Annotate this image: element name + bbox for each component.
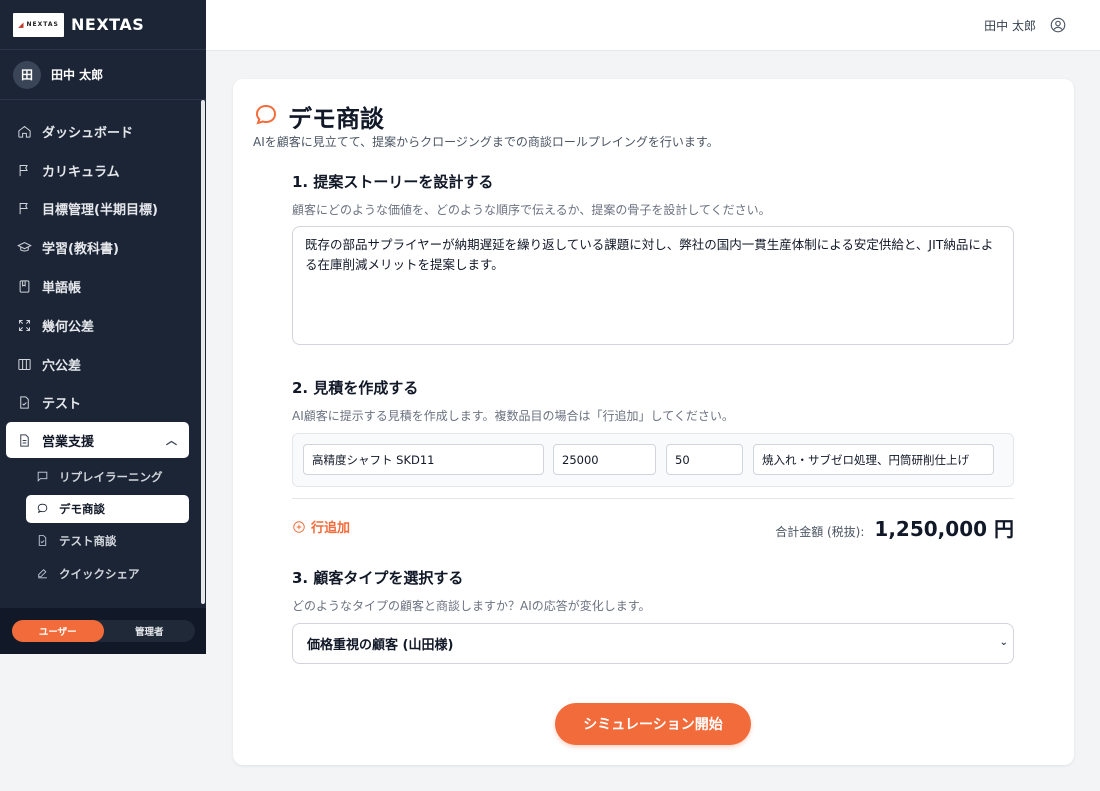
document-icon <box>16 432 32 448</box>
book-icon <box>16 279 32 295</box>
step3-heading: 3. 顧客タイプを選択する <box>292 569 464 587</box>
sidebar-subitem-label: テスト商談 <box>59 534 117 549</box>
expand-icon <box>16 317 32 333</box>
sidebar-subitem-label: クイックシェア <box>59 566 140 581</box>
role-admin-button[interactable]: 管理者 <box>104 620 196 642</box>
graduation-cap-icon <box>16 240 32 256</box>
sidebar-item-label: 穴公差 <box>42 358 82 374</box>
quote-row: 高精度シャフト SKD11 25000 50 焼入れ・サブゼロ処理、円筒研削仕上… <box>292 433 1014 487</box>
sidebar-item-label: テスト <box>42 397 82 413</box>
flag-icon <box>16 162 32 178</box>
quantity-input[interactable]: 50 <box>666 444 743 475</box>
start-simulation-button[interactable]: シミュレーション開始 <box>555 703 751 745</box>
sidebar-submenu: リプレイラーニング デモ商談 テスト商談 クイックシェア <box>0 460 200 590</box>
edit-icon <box>36 567 50 581</box>
sidebar-item-curriculum[interactable]: カリキュラム <box>0 151 200 190</box>
sidebar-item-label: 営業支援 <box>42 434 95 450</box>
sidebar-item-label: ダッシュボード <box>42 125 134 141</box>
plus-circle-icon <box>292 520 306 534</box>
step3-section: 3. 顧客タイプを選択する どのようなタイプの顧客と商談しますか？AIの応答が変… <box>292 567 1014 614</box>
sidebar: ◢ NEXTAS NEXTAS 田 田中 太郎 ダッシュボード カリキュラム 目標… <box>0 0 206 654</box>
sidebar-user[interactable]: 田 田中 太郎 <box>0 50 206 100</box>
total-value: 1,250,000 円 <box>874 517 1014 541</box>
file-check-icon <box>36 534 50 548</box>
customer-type-value: 価格重視の顧客 (山田様) <box>307 638 454 653</box>
flag-icon <box>16 201 32 217</box>
customer-type-select[interactable]: 価格重視の顧客 (山田様) ⌄ <box>292 623 1014 664</box>
sidebar-item-label: 幾何公差 <box>42 319 95 335</box>
total-amount: 合計金額 (税抜): 1,250,000 円 <box>775 513 1014 542</box>
sidebar-item-label: 目標管理(半期目標) <box>42 203 158 219</box>
sidebar-item-dashboard[interactable]: ダッシュボード <box>0 112 200 151</box>
chat-bubble-icon <box>36 502 50 516</box>
total-label: 合計金額 (税抜): <box>775 525 865 539</box>
step3-description: どのようなタイプの顧客と商談しますか？AIの応答が変化します。 <box>292 599 651 613</box>
role-switcher: ユーザー 管理者 <box>0 608 206 654</box>
chat-bubble-icon <box>254 103 278 131</box>
sidebar-nav: ダッシュボード カリキュラム 目標管理(半期目標) 学習(教科書) 単語帳 幾何… <box>0 112 200 590</box>
demo-negotiation-card: デモ商談 AIを顧客に見立てて、提案からクロージングまでの商談ロールプレイングを… <box>233 79 1074 765</box>
brand-name: NEXTAS <box>71 15 145 34</box>
sidebar-subitem-label: リプレイラーニング <box>59 469 163 484</box>
sidebar-item-test[interactable]: テスト <box>0 384 200 423</box>
brand: ◢ NEXTAS NEXTAS <box>0 0 206 50</box>
file-check-icon <box>16 395 32 411</box>
sidebar-subitem-quick-share[interactable]: クイックシェア <box>0 557 200 590</box>
sidebar-item-label: カリキュラム <box>42 164 120 180</box>
sidebar-subitem-test-negotiation[interactable]: テスト商談 <box>0 525 200 558</box>
top-header: 田中 太郎 <box>206 0 1100 51</box>
sidebar-item-label: 学習(教科書) <box>42 242 119 258</box>
header-user-name[interactable]: 田中 太郎 <box>984 17 1036 34</box>
page-title-row: デモ商談 <box>254 99 384 134</box>
step2-description: AI顧客に提示する見積を作成します。複数品目の場合は「行追加」してください。 <box>292 409 734 423</box>
message-icon <box>36 470 50 484</box>
proposal-story-textarea[interactable]: 既存の部品サプライヤーが納期遅延を繰り返している課題に対し、弊社の国内一貫生産体… <box>292 226 1014 345</box>
step1-section: 1. 提案ストーリーを設計する 顧客にどのような価値を、どのような順序で伝えるか… <box>292 171 1014 218</box>
sidebar-subitem-demo-negotiation[interactable]: デモ商談 <box>26 494 189 523</box>
sidebar-subitem-label: デモ商談 <box>59 501 105 516</box>
add-row-button[interactable]: 行追加 <box>292 517 350 536</box>
step2-section: 2. 見積を作成する AI顧客に提示する見積を作成します。複数品目の場合は「行追… <box>292 377 1014 424</box>
home-icon <box>16 123 32 139</box>
sidebar-user-name: 田中 太郎 <box>51 68 104 82</box>
divider <box>292 498 1014 499</box>
sidebar-subitem-replay-learning[interactable]: リプレイラーニング <box>0 460 200 493</box>
role-toggle: ユーザー 管理者 <box>12 620 195 642</box>
columns-icon <box>16 356 32 372</box>
user-circle-icon[interactable] <box>1049 16 1067 34</box>
chevron-up-icon: ︿ <box>166 434 177 448</box>
sidebar-item-vocabulary[interactable]: 単語帳 <box>0 267 200 306</box>
note-input[interactable]: 焼入れ・サブゼロ処理、円筒研削仕上げ <box>753 444 994 475</box>
sidebar-scrollbar[interactable] <box>201 100 205 604</box>
page-subtitle: AIを顧客に見立てて、提案からクロージングまでの商談ロールプレイングを行います。 <box>253 135 719 149</box>
sidebar-item-geometric-tolerance[interactable]: 幾何公差 <box>0 306 200 345</box>
step1-description: 顧客にどのような価値を、どのような順序で伝えるか、提案の骨子を設計してください。 <box>292 203 771 217</box>
role-user-button[interactable]: ユーザー <box>12 620 104 642</box>
avatar: 田 <box>13 60 41 89</box>
step2-heading: 2. 見積を作成する <box>292 379 419 397</box>
sidebar-item-sales-support[interactable]: 営業支援 ︿ <box>6 422 189 459</box>
step1-heading: 1. 提案ストーリーを設計する <box>292 173 494 191</box>
sidebar-item-learning[interactable]: 学習(教科書) <box>0 228 200 267</box>
add-row-label: 行追加 <box>311 521 351 536</box>
unit-price-input[interactable]: 25000 <box>553 444 656 475</box>
page-title: デモ商談 <box>288 105 384 133</box>
sidebar-item-label: 単語帳 <box>42 281 82 297</box>
sidebar-item-goals[interactable]: 目標管理(半期目標) <box>0 190 200 229</box>
chevron-down-icon: ⌄ <box>999 637 1008 648</box>
product-name-input[interactable]: 高精度シャフト SKD11 <box>303 444 544 475</box>
sidebar-item-hole-tolerance[interactable]: 穴公差 <box>0 345 200 384</box>
logo: ◢ NEXTAS <box>13 12 64 37</box>
